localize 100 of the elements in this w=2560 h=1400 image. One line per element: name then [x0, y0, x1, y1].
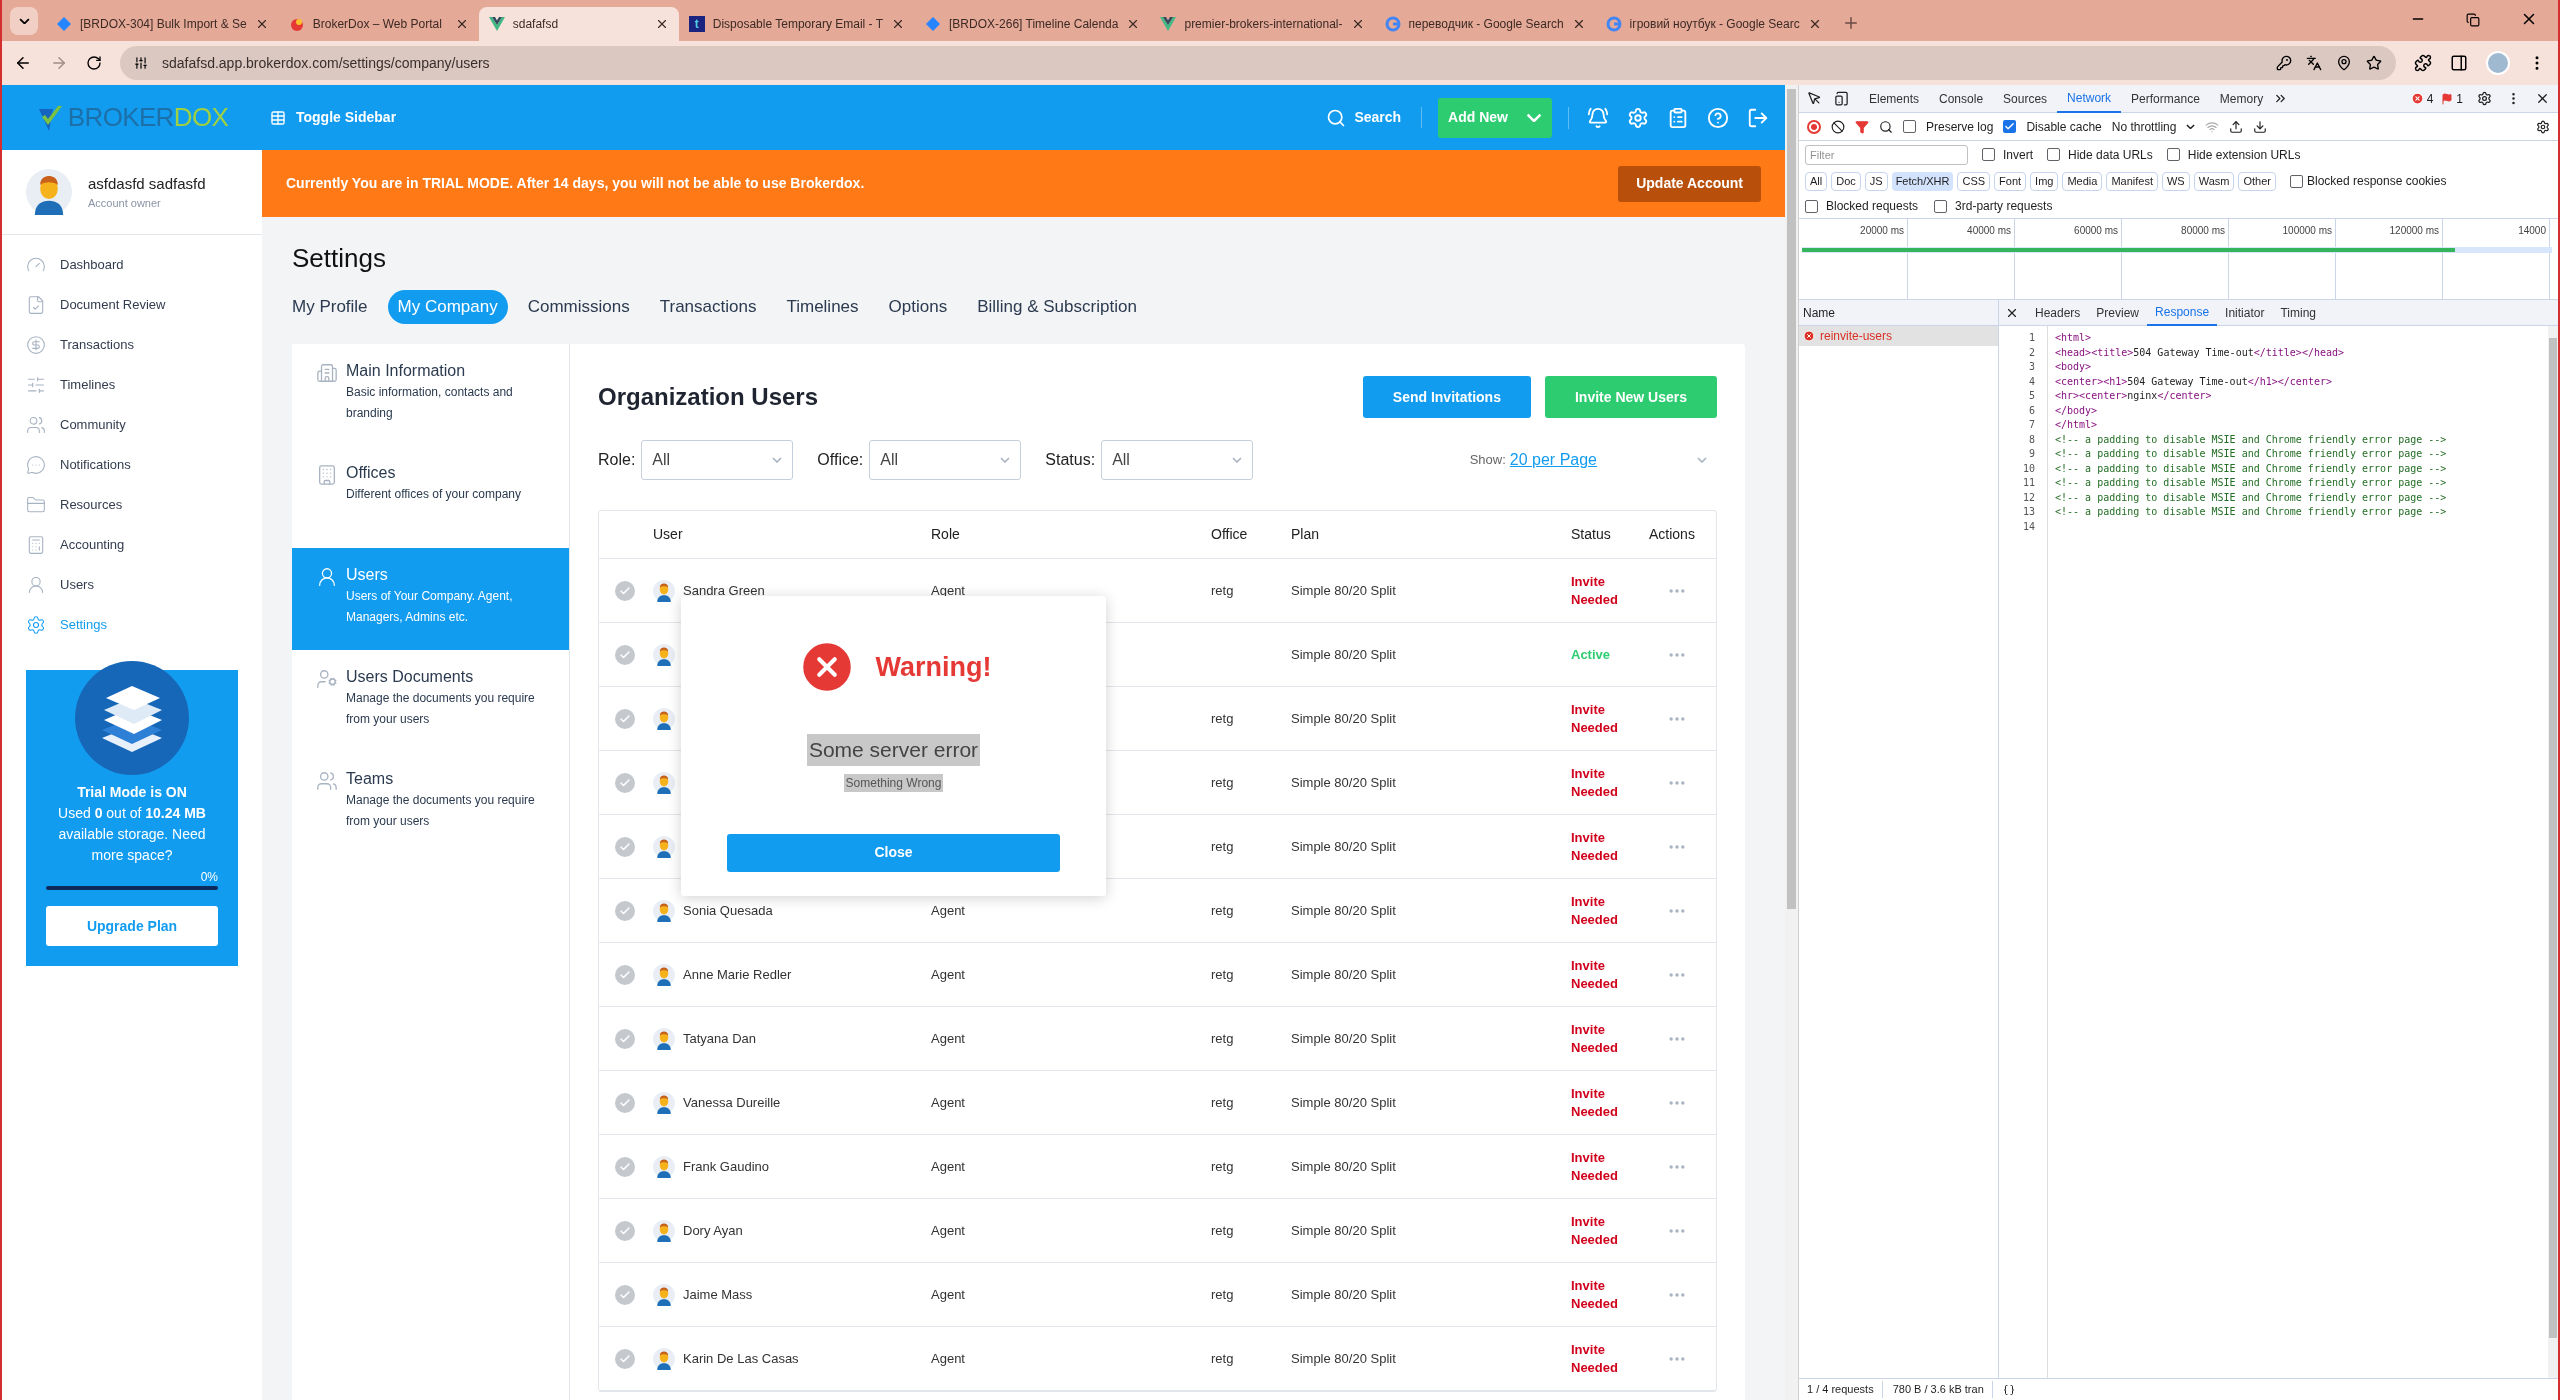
settings-menu-item[interactable]: Teams Manage the documents you require from your users	[292, 752, 569, 854]
sidebar-item[interactable]: Timelines	[2, 365, 262, 405]
checkbox[interactable]	[1805, 199, 1818, 213]
type-filter-chip[interactable]: Other	[2238, 171, 2276, 191]
record-icon[interactable]	[1807, 119, 1821, 134]
filter-select[interactable]: All	[869, 440, 1022, 480]
clear-icon[interactable]	[1831, 119, 1845, 134]
sidebar-item[interactable]: Dashboard	[2, 245, 262, 285]
type-filter-chip[interactable]: Img	[2030, 171, 2059, 191]
settings-tab[interactable]: My Profile	[282, 290, 378, 324]
browser-tab[interactable]: [BRDOX-304] Bulk Import & Se	[46, 7, 279, 41]
filter-select[interactable]: All	[641, 440, 794, 480]
translate-icon[interactable]	[2306, 55, 2322, 71]
devtools-tab[interactable]: Console	[1929, 84, 1994, 113]
settings-tab[interactable]: Transactions	[649, 290, 767, 324]
restore-icon[interactable]	[2466, 13, 2480, 27]
checkbox[interactable]	[2166, 148, 2180, 161]
detail-tab[interactable]: Initiator	[2217, 299, 2273, 326]
browser-tab[interactable]: BrokerDox – Web Portal	[278, 7, 479, 41]
clipboard-icon[interactable]	[1667, 106, 1689, 129]
sidebar-item[interactable]: Transactions	[2, 325, 262, 365]
settings-tab[interactable]: Options	[878, 290, 958, 324]
checkbox[interactable]	[2290, 174, 2303, 188]
devtools-tab[interactable]: Elements	[1859, 84, 1930, 113]
star-icon[interactable]	[2366, 55, 2382, 71]
row-check-icon	[615, 836, 635, 857]
user-role: Account owner	[88, 196, 162, 211]
devtools-tab[interactable]: Sources	[1993, 84, 2058, 113]
checkbox[interactable]	[1934, 199, 1948, 213]
sidebar-item[interactable]: Resources	[2, 485, 262, 525]
inspect-icon[interactable]	[1807, 91, 1822, 106]
location-icon[interactable]	[2336, 55, 2352, 71]
reload-icon[interactable]	[86, 55, 102, 71]
sidebar-item[interactable]: Community	[2, 405, 262, 445]
checkbox[interactable]	[2003, 120, 2017, 133]
sidebar-item[interactable]: Document Review	[2, 285, 262, 325]
type-filter-chip[interactable]: JS	[1864, 171, 1888, 191]
browser-tab[interactable]: sdafafsd	[478, 7, 679, 41]
address-bar[interactable]: sdafafsd.app.brokerdox.com/settings/company/users	[120, 46, 2396, 80]
type-filter-chip[interactable]: Doc	[1831, 171, 1861, 191]
type-filter-chip[interactable]: Wasm	[2193, 171, 2235, 191]
braces-icon[interactable]	[2002, 1383, 2015, 1396]
download-icon[interactable]	[2253, 119, 2268, 134]
close-icon[interactable]	[2535, 91, 2550, 106]
filter-input[interactable]: Filter	[1805, 144, 1968, 165]
devtools-tab[interactable]: Network	[2057, 84, 2122, 113]
device-icon[interactable]	[1834, 91, 1849, 106]
settings-tab[interactable]: Billing & Subscription	[967, 290, 1147, 324]
checkbox[interactable]	[2047, 148, 2060, 161]
sidebar-item[interactable]: Accounting	[2, 525, 262, 565]
settings-icon[interactable]	[2536, 119, 2550, 134]
filter-icon[interactable]	[1855, 119, 1869, 134]
settings-tab[interactable]: Commissions	[517, 290, 640, 324]
upload-icon[interactable]	[2229, 119, 2244, 134]
browser-tab[interactable]: [BRDOX-266] Timeline Calenda	[915, 7, 1151, 41]
logout-icon[interactable]	[1747, 106, 1769, 129]
throttling-select[interactable]: No throttling	[2111, 117, 2196, 136]
devtools-tab[interactable]: Memory	[2209, 84, 2274, 113]
browser-tab[interactable]: переводчик - Google Search	[1374, 7, 1596, 41]
search-icon[interactable]	[1879, 119, 1893, 134]
detail-tab[interactable]: Response	[2147, 299, 2218, 326]
error-icon	[2410, 92, 2424, 105]
key-icon[interactable]	[2276, 55, 2292, 71]
sidebar-item[interactable]: Users	[2, 565, 262, 605]
settings-menu-item[interactable]: Main Information Basic information, contacts and branding	[292, 344, 569, 446]
checkbox[interactable]	[1903, 120, 1916, 133]
timeline-tick: 14000	[2518, 224, 2546, 238]
code-line: <!-- a padding to disable MSIE and Chrome friendly error page -->	[2055, 461, 2447, 476]
type-filter-chip[interactable]: Font	[1994, 171, 2027, 191]
browser-tab[interactable]: premier-brokers-international-	[1150, 7, 1375, 41]
bell-icon[interactable]	[1587, 106, 1609, 129]
detail-tab[interactable]: Headers	[2027, 299, 2089, 326]
checkbox[interactable]	[1982, 148, 1995, 161]
filter-select[interactable]: All	[1101, 440, 1254, 480]
extensions-icon[interactable]	[2414, 54, 2432, 72]
type-filter-chip[interactable]: Media	[2062, 171, 2103, 191]
help-icon[interactable]	[1707, 106, 1729, 129]
settings-icon[interactable]	[2477, 91, 2492, 106]
detail-tab[interactable]: Preview	[2088, 299, 2148, 326]
type-filter-chip[interactable]: WS	[2161, 171, 2190, 191]
detail-tab[interactable]: Timing	[2272, 299, 2324, 326]
settings-tab[interactable]: Timelines	[776, 290, 869, 324]
type-filter-chip[interactable]: CSS	[1957, 171, 1991, 191]
settings-menu-item[interactable]: Users Documents Manage the documents you require from your users	[292, 650, 569, 752]
browser-tab[interactable]: t Disposable Temporary Email - T	[678, 7, 916, 41]
tab-list-button[interactable]	[10, 7, 38, 35]
side-panel-icon[interactable]	[2450, 54, 2468, 72]
browser-tab[interactable]: ігровий ноутбук - Google Searc	[1595, 7, 1832, 41]
update-account-button[interactable]: Update Account	[1618, 165, 1761, 202]
sidebar-item[interactable]: Notifications	[2, 445, 262, 485]
line-number: 1	[2027, 331, 2035, 345]
back-icon[interactable]	[14, 54, 32, 72]
request-row[interactable]: reinvite-users	[1799, 326, 1998, 346]
type-filter-chip[interactable]: All	[1805, 171, 1828, 191]
devtools-tab[interactable]: Performance	[2121, 84, 2210, 113]
code-line: <!-- a padding to disable MSIE and Chrome friendly error page -->	[2055, 432, 2447, 447]
type-filter-chip[interactable]: Fetch/XHR	[1891, 171, 1954, 191]
code-line: <hr><center>nginx</center>	[2055, 389, 2212, 403]
settings-menu-item[interactable]: Offices Different offices of your company	[292, 446, 569, 548]
type-filter-chip[interactable]: Manifest	[2106, 171, 2158, 191]
